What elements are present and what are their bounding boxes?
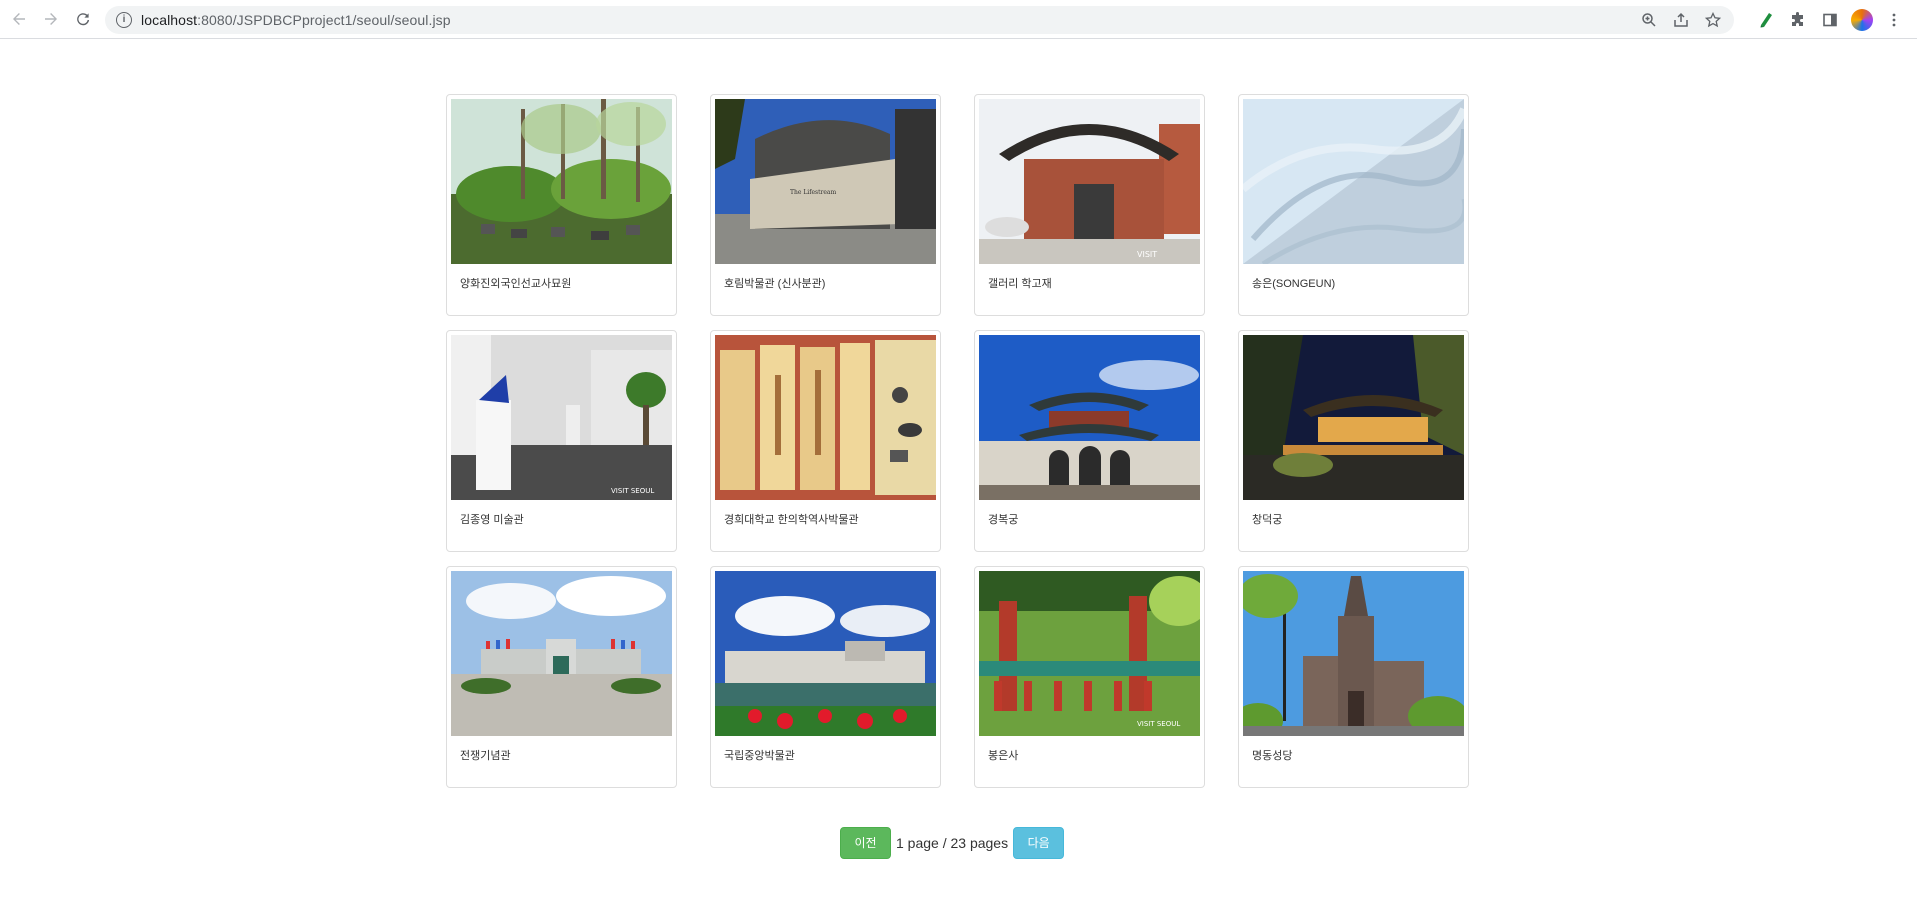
marble-wall-photo[interactable] (1243, 99, 1464, 264)
place-card[interactable]: The Lifestream 호림박물관 (신사분관) (710, 94, 941, 316)
site-info-icon[interactable]: i (116, 12, 132, 28)
hanok-brick-gallery-photo[interactable]: VISIT (979, 99, 1200, 264)
national-museum-lake-photo[interactable] (715, 571, 936, 736)
place-name: 송은(SONGEUN) (1252, 278, 1336, 290)
palace-gate-photo[interactable] (979, 335, 1200, 500)
svg-text:VISIT SEOUL: VISIT SEOUL (1137, 720, 1180, 728)
cathedral-photo[interactable] (1243, 571, 1464, 736)
page-info-text: 1 page / 23 pages (896, 834, 1009, 851)
place-name: 경복궁 (988, 514, 1019, 526)
profile-avatar[interactable] (1851, 8, 1873, 31)
place-name: 갤러리 학고재 (988, 278, 1052, 290)
place-name: 창덕궁 (1252, 514, 1283, 526)
url-text[interactable]: localhost:8080/JSPDBCPproject1/seoul/seo… (141, 12, 451, 28)
address-bar[interactable]: i localhost:8080/JSPDBCPproject1/seoul/s… (105, 6, 1734, 34)
extensions-puzzle-icon[interactable] (1787, 9, 1809, 31)
place-name: 봉은사 (988, 750, 1019, 762)
cemetery-trees-photo[interactable] (451, 99, 672, 264)
place-name: 양화진외국인선교사묘원 (460, 278, 572, 290)
back-button[interactable] (3, 0, 35, 39)
place-name: 전쟁기념관 (460, 750, 511, 762)
place-card[interactable]: 창덕궁 (1238, 330, 1469, 552)
place-card[interactable]: 경복궁 (974, 330, 1205, 552)
place-card[interactable]: 경희대학교 한의학역사박물관 (710, 330, 941, 552)
memorial-hall-plaza-photo[interactable] (451, 571, 672, 736)
place-name: 국립중앙박물관 (724, 750, 795, 762)
reload-button[interactable] (67, 0, 99, 39)
forward-button[interactable] (35, 0, 67, 39)
place-card[interactable]: VISIT SEOUL 봉은사 (974, 566, 1205, 788)
kebab-menu-icon[interactable] (1883, 9, 1905, 31)
extension-pen-icon[interactable] (1755, 9, 1777, 31)
white-gallery-interior-photo[interactable]: VISIT SEOUL (451, 335, 672, 500)
svg-text:VISIT SEOUL: VISIT SEOUL (611, 487, 654, 495)
curved-museum-building-photo[interactable]: The Lifestream (715, 99, 936, 264)
prev-page-button[interactable]: 이전 (840, 826, 891, 859)
place-card[interactable]: 양화진외국인선교사묘원 (446, 94, 677, 316)
place-card[interactable]: 송은(SONGEUN) (1238, 94, 1469, 316)
url-host: localhost (141, 12, 198, 28)
svg-text:VISIT: VISIT (1137, 250, 1157, 259)
back-icon (13, 13, 25, 25)
bookmark-star-icon[interactable] (1704, 11, 1722, 29)
pagination: 이전 1 page / 23 pages 다음 (840, 826, 1065, 859)
place-card[interactable]: 명동성당 (1238, 566, 1469, 788)
temple-pavilion-photo[interactable]: VISIT SEOUL (979, 571, 1200, 736)
place-name: 명동성당 (1252, 750, 1293, 762)
side-panel-icon[interactable] (1819, 9, 1841, 31)
place-name: 호림박물관 (신사분관) (724, 278, 826, 290)
forward-icon (45, 13, 57, 25)
zoom-icon[interactable] (1640, 11, 1658, 29)
reload-icon (77, 13, 90, 26)
browser-toolbar: i localhost:8080/JSPDBCPproject1/seoul/s… (0, 0, 1917, 39)
place-card[interactable]: 전쟁기념관 (446, 566, 677, 788)
place-name: 경희대학교 한의학역사박물관 (724, 514, 859, 526)
place-card[interactable]: VISIT 갤러리 학고재 (974, 94, 1205, 316)
museum-display-panels-photo[interactable] (715, 335, 936, 500)
palace-night-photo[interactable] (1243, 335, 1464, 500)
next-page-button[interactable]: 다음 (1013, 826, 1065, 859)
share-icon[interactable] (1672, 11, 1690, 29)
place-name: 김종영 미술관 (460, 514, 524, 526)
url-path: :8080/JSPDBCPproject1/seoul/seoul.jsp (197, 12, 451, 28)
place-card[interactable]: 국립중앙박물관 (710, 566, 941, 788)
svg-text:The Lifestream: The Lifestream (790, 189, 836, 196)
places-grid: 양화진외국인선교사묘원 The Lifestream 호림박물관 (신사분관) V… (446, 94, 1470, 788)
place-card[interactable]: VISIT SEOUL 김종영 미술관 (446, 330, 677, 552)
